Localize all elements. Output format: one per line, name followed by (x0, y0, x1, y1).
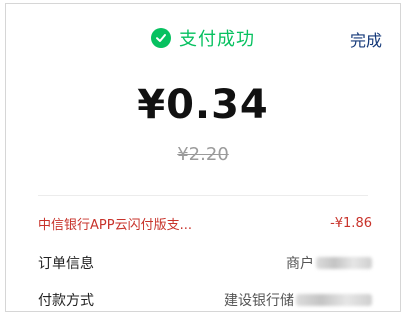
discount-value: -¥1.86 (330, 215, 372, 231)
done-button[interactable]: 完成 (350, 27, 382, 51)
payment-result-card: 支付成功 完成 ¥0.34 ¥2.20 中信银行APP云闪付版支... -¥1.… (5, 3, 401, 312)
divider (38, 195, 368, 196)
redacted-card-number (296, 294, 372, 306)
payment-status: 支付成功 (6, 24, 400, 52)
status-text: 支付成功 (179, 29, 255, 50)
order-info-row[interactable]: 订单信息 商户 (38, 252, 372, 274)
paid-amount: ¥0.34 (137, 82, 269, 128)
merchant-name: 商户 (286, 256, 314, 272)
payment-method-value: 建设银行储 (224, 293, 294, 309)
original-amount: ¥2.20 (177, 144, 229, 165)
payment-method-value-wrap: 建设银行储 (224, 290, 372, 310)
order-info-label: 订单信息 (38, 256, 94, 272)
discount-label: 中信银行APP云闪付版支... (38, 217, 192, 233)
order-info-value-wrap: 商户 (286, 253, 372, 273)
discount-row[interactable]: 中信银行APP云闪付版支... -¥1.86 (38, 212, 372, 234)
success-check-icon (151, 28, 171, 48)
redacted-merchant (316, 257, 372, 269)
header-bar: 支付成功 完成 (6, 24, 400, 52)
payment-method-row[interactable]: 付款方式 建设银行储 (38, 289, 372, 311)
payment-method-label: 付款方式 (38, 293, 94, 309)
